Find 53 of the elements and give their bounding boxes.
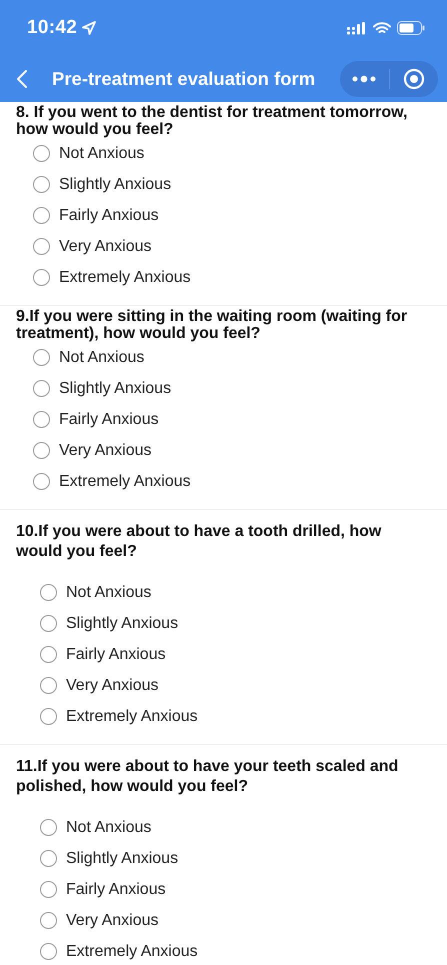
option-label: Fairly Anxious — [66, 646, 166, 664]
radio-button[interactable] — [40, 677, 57, 694]
target-icon — [402, 68, 425, 90]
option-label: Slightly Anxious — [66, 850, 178, 868]
option-label: Very Anxious — [59, 442, 152, 460]
option-label: Extremely Anxious — [66, 942, 198, 960]
radio-button[interactable] — [33, 238, 50, 255]
option-label: Not Anxious — [59, 144, 144, 162]
option-label: Fairly Anxious — [59, 410, 159, 428]
radio-button[interactable] — [33, 349, 50, 366]
option-label: Not Anxious — [66, 584, 152, 602]
radio-button[interactable] — [40, 819, 57, 836]
option-label: Fairly Anxious — [66, 880, 166, 898]
option-label: Very Anxious — [59, 238, 152, 256]
option-label: Extremely Anxious — [66, 708, 198, 726]
option-label: Extremely Anxious — [59, 472, 191, 490]
option-label: Not Anxious — [66, 818, 152, 836]
back-icon[interactable] — [16, 69, 28, 89]
radio-button[interactable] — [40, 646, 57, 663]
option-label: Very Anxious — [66, 676, 158, 694]
option-label: Slightly Anxious — [59, 380, 172, 398]
radio-button[interactable] — [40, 850, 57, 867]
radio-button[interactable] — [33, 473, 50, 490]
radio-button[interactable] — [40, 881, 57, 898]
question-text: 10.If you were about to have a tooth drilled, how would you feel? — [16, 522, 382, 562]
wifi-icon — [373, 22, 391, 34]
option-label: Very Anxious — [66, 912, 158, 930]
question-text: 11.If you were about to have your teeth scaled and polished, how would you feel? — [16, 757, 400, 797]
radio-button[interactable] — [40, 584, 57, 601]
radio-button[interactable] — [40, 708, 57, 725]
radio-button[interactable] — [33, 380, 50, 397]
option-label: Extremely Anxious — [59, 268, 191, 286]
radio-button[interactable] — [33, 442, 50, 459]
radio-button[interactable] — [33, 411, 50, 428]
option-label: Not Anxious — [59, 348, 144, 366]
question-text: 8. If you went to the dentist for treatment tomorrow, how would you feel? — [16, 104, 408, 138]
status-time: 10:42 — [27, 17, 78, 39]
radio-button[interactable] — [40, 615, 57, 632]
radio-button[interactable] — [33, 176, 50, 193]
radio-button[interactable] — [33, 145, 50, 162]
option-label: Slightly Anxious — [59, 176, 172, 194]
more-dots-icon — [352, 75, 376, 83]
radio-button[interactable] — [40, 912, 57, 929]
question-text: 9.If you were sitting in the waiting room (waiting for treatment), how would you feel? — [16, 308, 408, 342]
page-title: Pre-treatment evaluation form — [52, 68, 316, 90]
battery-icon — [397, 21, 425, 35]
option-label: Fairly Anxious — [59, 206, 159, 224]
option-label: Slightly Anxious — [66, 614, 178, 632]
signal-icon — [347, 22, 367, 34]
radio-button[interactable] — [33, 207, 50, 224]
radio-button[interactable] — [33, 269, 50, 286]
radio-button[interactable] — [40, 943, 57, 960]
location-arrow-icon — [82, 21, 96, 35]
